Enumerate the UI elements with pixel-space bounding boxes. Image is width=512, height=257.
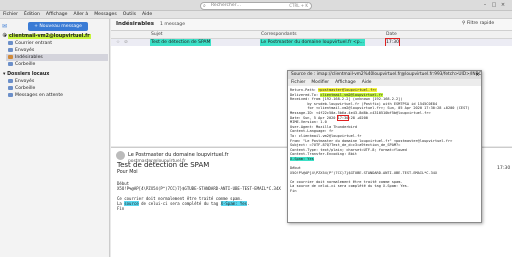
row-subject: Test de détection de SPAM: [150, 39, 212, 46]
dialog-menu-help[interactable]: Aide: [359, 79, 375, 86]
dialog-menu-view[interactable]: Affichage: [332, 79, 359, 86]
column-correspondent[interactable]: Correspondants: [261, 31, 297, 39]
mail-icon[interactable]: ✉: [2, 22, 26, 31]
preview-body: Début X5O!P%@AP[4\PZX54(P^)7CC)7}$GTUBE-…: [117, 181, 281, 211]
folder-label: Indésirables: [15, 55, 43, 60]
preview-to: Pour Moi: [117, 170, 138, 175]
table-row[interactable]: ☆ ⊘ Test de détection de SPAM Le Postmas…: [111, 38, 512, 47]
column-subject[interactable]: Sujet: [151, 31, 163, 39]
column-date[interactable]: Date: [386, 31, 397, 39]
preview-subject: Test de détection de SPAM: [117, 161, 210, 169]
account-name: clientmail-vm2@loupvirtuel.fr: [7, 34, 91, 39]
search-shortcut: CTRL + K: [289, 2, 308, 8]
outbox-icon: [8, 92, 13, 97]
window-controls: – □ ×: [480, 1, 510, 10]
trash-icon: [8, 85, 13, 90]
local-folder-trash[interactable]: Corbeille: [8, 85, 35, 92]
menu-file[interactable]: Fichier: [0, 11, 21, 19]
close-window-button[interactable]: ×: [499, 1, 507, 9]
quick-filter-button[interactable]: ⚲ Filtre rapide: [462, 21, 494, 26]
local-folder-sent[interactable]: Envoyés: [8, 78, 34, 85]
minimize-button[interactable]: –: [481, 1, 489, 9]
account-clientmail[interactable]: ▾ clientmail-vm2@loupvirtuel.fr: [4, 33, 91, 40]
search-input[interactable]: ⌕ Rechercher… CTRL + K: [200, 1, 312, 10]
local-folder-outbox[interactable]: Messages en attente: [8, 92, 63, 99]
local-folders-header[interactable]: ▾ Dossiers locaux: [3, 71, 49, 78]
folder-sent[interactable]: Envoyés: [8, 47, 34, 54]
dialog-menu-edit[interactable]: Modifier: [308, 79, 332, 86]
maximize-button[interactable]: □: [490, 1, 498, 9]
dialog-source-text: Return-Path: <postmaster@loupvirtuel.fr>…: [290, 88, 470, 194]
search-icon: ⌕: [203, 2, 206, 9]
dialog-title: Source de : imap://clientmail-vm2%40loup…: [288, 71, 481, 79]
dialog-menu-file[interactable]: Fichier: [288, 79, 308, 86]
sent-icon: [8, 78, 13, 83]
preview-time: 17:30: [497, 166, 511, 171]
folder-label: Corbeille: [15, 86, 36, 91]
column-header: Sujet Correspondants Date: [111, 31, 512, 39]
search-placeholder: Rechercher…: [211, 2, 241, 8]
dialog-menu-bar: Fichier Modifier Affichage Aide: [288, 79, 481, 86]
message-count: 1 message: [160, 22, 186, 27]
folder-label: Courrier entrant: [15, 41, 53, 46]
menu-messages[interactable]: Messages: [91, 11, 120, 19]
menu-help[interactable]: Aide: [139, 11, 155, 19]
row-date: 17:30: [385, 38, 400, 47]
folder-trash[interactable]: Corbeille: [8, 61, 35, 68]
folder-inbox[interactable]: Courrier entrant: [8, 40, 52, 47]
folder-title: Indésirables: [116, 21, 155, 27]
dialog-close-button[interactable]: ×: [474, 71, 481, 79]
menu-view[interactable]: Affichage: [43, 11, 71, 19]
menu-bar: Fichier Édition Affichage Aller à Messages Ou…: [0, 11, 512, 19]
avatar: [116, 151, 125, 160]
menu-tools[interactable]: Outils: [120, 11, 139, 19]
junk-flag-icon[interactable]: ⊘: [124, 39, 128, 46]
junk-icon: [8, 54, 13, 59]
new-message-button[interactable]: + Nouveau message: [28, 22, 88, 31]
folder-label: Corbeille: [15, 62, 36, 67]
inbox-icon: [8, 40, 13, 45]
folder-label: Envoyés: [15, 48, 35, 53]
folder-junk[interactable]: Indésirables: [6, 54, 108, 61]
menu-edit[interactable]: Édition: [21, 11, 43, 19]
sent-icon: [8, 47, 13, 52]
menu-go[interactable]: Aller à: [71, 11, 92, 19]
folder-label: Envoyés: [15, 79, 35, 84]
folder-label: Messages en attente: [15, 93, 63, 98]
trash-icon: [8, 61, 13, 66]
star-icon[interactable]: ☆: [116, 39, 120, 46]
